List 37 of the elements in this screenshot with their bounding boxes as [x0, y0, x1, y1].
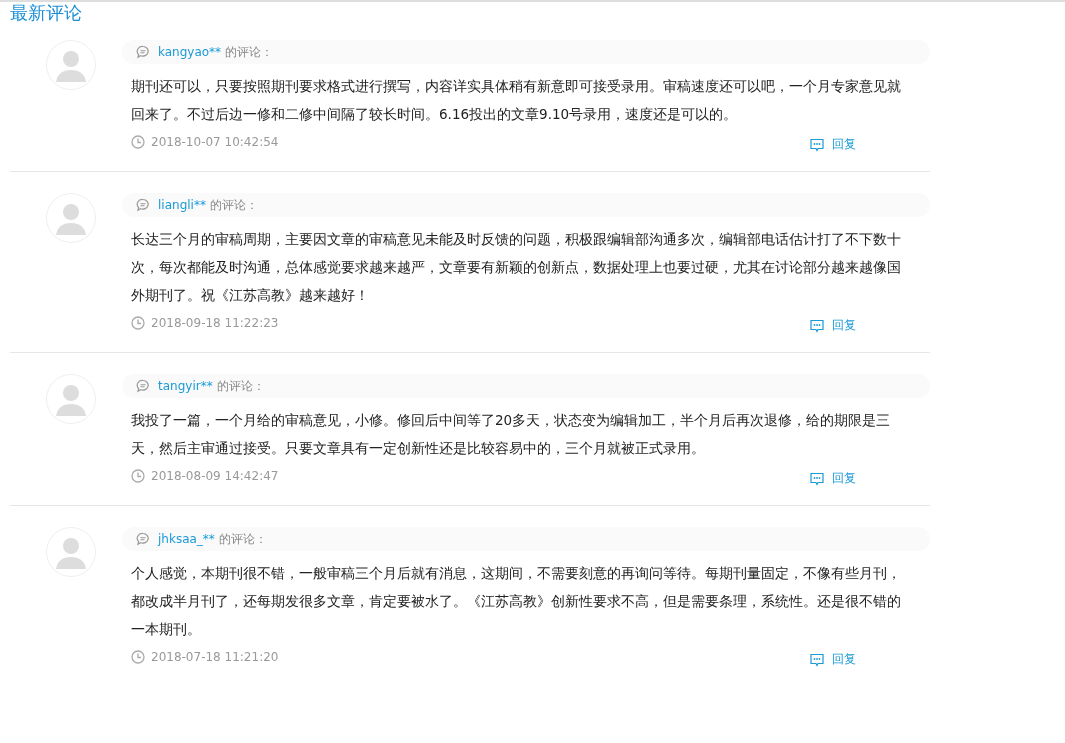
comment-time: 2018-10-07 10:42:54 — [151, 134, 279, 149]
clock-icon — [131, 134, 145, 149]
comment-text: 我投了一篇，一个月给的审稿意见，小修。修回后中间等了20多天，状态变为编辑加工，半个月后再次退修，给的期限是三天，然后主审通过接受。只要文章具有一定创新性还是比较容易中的，三个月就被正式录用。 — [131, 411, 892, 458]
comment-text: 个人感觉，本期刊很不错，一般审稿三个月后就有消息，这期间，不需要刻意的再询问等待。每期刊量固定，不像有些月刊，都改成半月刊了，还每期发很多文章，肯定要被水了。《江苏高教》创新性要求不高，但是需要条理，系统性。还是很不错的一本期刊。 — [131, 564, 902, 639]
reply-button[interactable]: 回复 — [810, 470, 856, 487]
speech-bubble-icon — [136, 198, 150, 212]
comment-label: 的评论： — [209, 196, 258, 214]
comment-text: 长达三个月的审稿周期，主要因文章的审稿意见未能及时反馈的问题，积极跟编辑部沟通多次，编辑部电话估计打了不下数十次，每次都能及时沟通，总体感觉要求越来越严，文章要有新颖的创新点，数据处理上也要过硬，尤其在讨论部分越来越像国外期刊了。祝《江苏高教》越来越好！ — [131, 230, 902, 305]
username-link[interactable]: tangyir** — [158, 379, 213, 393]
chat-icon — [810, 471, 824, 486]
avatar-icon — [46, 40, 96, 90]
reply-button[interactable]: 回复 — [810, 136, 856, 153]
chat-icon — [810, 137, 824, 152]
avatar-icon — [46, 527, 96, 577]
username-link[interactable]: jhksaa_** — [158, 532, 215, 546]
reply-button[interactable]: 回复 — [810, 317, 856, 334]
comment-label: 的评论： — [225, 43, 274, 61]
clock-icon — [131, 649, 145, 664]
clock-icon — [131, 315, 145, 330]
chat-icon — [810, 652, 824, 667]
comment-time: 2018-08-09 14:42:47 — [151, 468, 279, 483]
comment-label: 的评论： — [218, 530, 267, 548]
chat-icon — [810, 318, 824, 333]
comment-text: 期刊还可以，只要按照期刊要求格式进行撰写，内容详实具体稍有新意即可接受录用。审稿速度还可以吧，一个月专家意见就回来了。不过后边一修和二修中间隔了较长时间。6.16投出的文章9.10号录用，速度还是可以的。 — [131, 77, 902, 124]
speech-bubble-icon — [136, 532, 150, 546]
section-title: 最新评论 — [9, 2, 83, 24]
username-link[interactable]: kangyao** — [158, 45, 222, 59]
comment-time: 2018-07-18 11:21:20 — [151, 649, 279, 664]
comment-time: 2018-09-18 11:22:23 — [151, 315, 279, 330]
avatar-icon — [46, 193, 96, 243]
comment-label: 的评论： — [216, 377, 265, 395]
speech-bubble-icon — [136, 379, 150, 393]
avatar-icon — [46, 374, 96, 424]
reply-button[interactable]: 回复 — [810, 651, 856, 668]
username-link[interactable]: liangli** — [158, 198, 206, 212]
speech-bubble-icon — [136, 45, 150, 59]
clock-icon — [131, 468, 145, 483]
